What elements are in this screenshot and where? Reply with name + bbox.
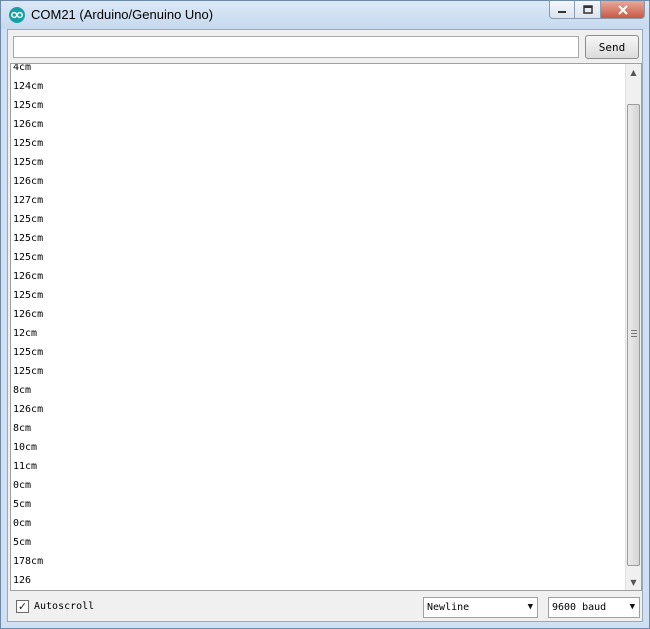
output-line: 125cm (13, 366, 44, 377)
line-ending-value: Newline (427, 602, 470, 613)
output-line: 126cm (13, 271, 44, 282)
close-icon (617, 4, 628, 15)
baud-rate-value: 9600 baud (552, 602, 607, 613)
output-line: 125cm (13, 290, 44, 301)
output-line: 125cm (13, 100, 44, 111)
output-line: 126cm (13, 404, 44, 415)
output-line: 125cm (13, 214, 44, 225)
send-button[interactable]: Send (585, 35, 639, 59)
output-line: 5cm (13, 499, 32, 510)
output-line: 125cm (13, 138, 44, 149)
output-line: 125cm (13, 347, 44, 358)
vertical-scrollbar[interactable]: ▲ ▼ (625, 64, 641, 590)
serial-monitor-window: COM21 (Arduino/Genuino Uno) Send 4cm 124c… (0, 0, 650, 629)
window-controls (549, 1, 645, 21)
output-line: 126cm (13, 176, 44, 187)
scroll-up-arrow-icon[interactable]: ▲ (626, 64, 641, 80)
scroll-down-arrow-icon[interactable]: ▼ (626, 574, 641, 590)
output-line: 178cm (13, 556, 44, 567)
close-button[interactable] (601, 1, 645, 19)
output-line: 126 (13, 575, 32, 586)
output-line: 125cm (13, 252, 44, 263)
arduino-logo-icon (9, 7, 25, 23)
output-line: 127cm (13, 195, 44, 206)
title-bar[interactable]: COM21 (Arduino/Genuino Uno) (1, 1, 649, 29)
output-line: 125cm (13, 233, 44, 244)
autoscroll-label: Autoscroll (34, 601, 95, 612)
scroll-thumb[interactable] (627, 104, 640, 566)
chevron-down-icon: ▼ (629, 602, 635, 612)
minimize-button[interactable] (549, 1, 575, 19)
output-line: 0cm (13, 480, 32, 491)
maximize-icon (582, 5, 593, 14)
autoscroll-checkbox[interactable]: ✓ (16, 600, 29, 613)
grip-icon (631, 330, 637, 337)
output-line: 8cm (13, 423, 32, 434)
baud-rate-select[interactable]: 9600 baud ▼ (548, 597, 640, 618)
output-line: 124cm (13, 81, 44, 92)
output-line: 10cm (13, 442, 38, 453)
output-line: 11cm (13, 461, 38, 472)
output-line: 12cm (13, 328, 38, 339)
output-line: 126cm (13, 309, 44, 320)
client-area: Send 4cm 124cm 125cm 126cm 125cm 125cm 126cm 12… (7, 29, 643, 622)
chevron-down-icon: ▼ (527, 602, 533, 612)
window-title: COM21 (Arduino/Genuino Uno) (31, 7, 214, 22)
output-line: 0cm (13, 518, 32, 529)
serial-output[interactable]: 4cm 124cm 125cm 126cm 125cm 125cm 126cm 127cm 12… (10, 63, 642, 591)
minimize-icon (558, 10, 566, 13)
output-line: 126cm (13, 119, 44, 130)
footer-bar: ✓ Autoscroll Newline ▼ 9600 baud ▼ (8, 593, 642, 621)
output-line: 4cm (13, 63, 32, 73)
line-ending-select[interactable]: Newline ▼ (423, 597, 538, 618)
output-line: 5cm (13, 537, 32, 548)
maximize-button[interactable] (575, 1, 601, 19)
serial-input[interactable] (13, 36, 579, 58)
output-lines: 4cm 124cm 125cm 126cm 125cm 125cm 126cm 127cm 12… (13, 63, 44, 590)
output-line: 8cm (13, 385, 32, 396)
output-line: 125cm (13, 157, 44, 168)
